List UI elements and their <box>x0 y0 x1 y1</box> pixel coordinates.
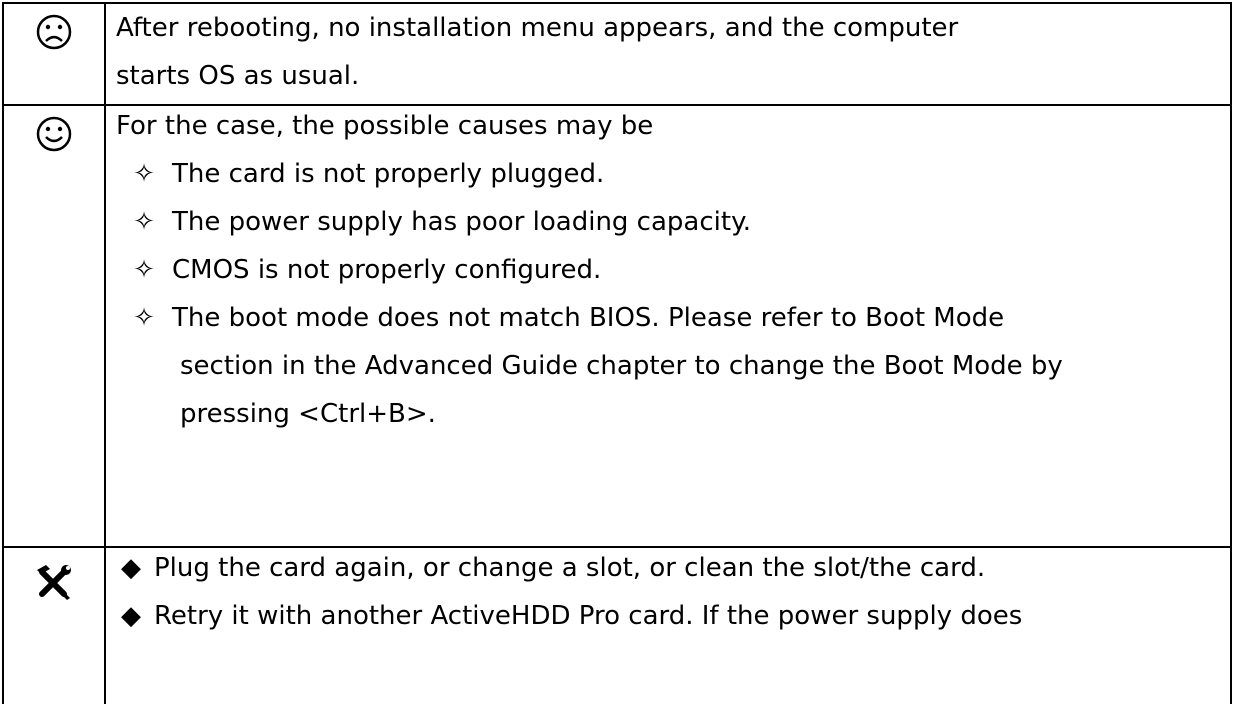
solutions-row: ◆ Plug the card again, or change a slot, … <box>4 548 1230 708</box>
problem-row: After rebooting, no installation menu ap… <box>4 4 1230 106</box>
star-bullet-icon: ✧ <box>133 303 155 333</box>
cause-item: ✧ The boot mode does not match BIOS. Plea… <box>116 294 1222 342</box>
problem-line-1: After rebooting, no installation menu ap… <box>116 13 959 43</box>
cause-item-text: The card is not properly plugged. <box>172 159 605 189</box>
tools-icon <box>4 562 104 602</box>
troubleshooting-table: After rebooting, no installation menu ap… <box>2 2 1232 704</box>
star-bullet-icon: ✧ <box>133 255 155 285</box>
problem-text: After rebooting, no installation menu ap… <box>116 4 1222 100</box>
cause-item: ✧ The power supply has poor loading capac… <box>116 198 1222 246</box>
problem-line-2: starts OS as usual. <box>116 61 360 91</box>
cause-item: ✧ CMOS is not properly configured. <box>116 246 1222 294</box>
sad-face-icon <box>4 14 104 50</box>
diamond-bullet-icon: ◆ <box>121 553 141 583</box>
diamond-bullet-icon: ◆ <box>121 601 141 631</box>
cause-continuation-line: section in the Advanced Guide chapter to… <box>180 351 1063 381</box>
star-bullet-icon: ✧ <box>133 207 155 237</box>
smiley-face-icon <box>4 116 104 152</box>
causes-intro: For the case, the possible causes may be <box>116 111 654 141</box>
cause-item-text: The boot mode does not match BIOS. Pleas… <box>172 303 1005 333</box>
solution-item: ◆ Retry it with another ActiveHDD Pro car… <box>116 592 1222 640</box>
cause-item-text: CMOS is not properly configured. <box>172 255 602 285</box>
causes-text: For the case, the possible causes may be… <box>116 102 1222 438</box>
star-bullet-icon: ✧ <box>133 159 155 189</box>
cause-item: ✧ The card is not properly plugged. <box>116 150 1222 198</box>
solution-item-text: Plug the card again, or change a slot, o… <box>154 553 986 583</box>
cause-item-text: The power supply has poor loading capaci… <box>172 207 752 237</box>
cause-continuation-line: pressing <Ctrl+B>. <box>180 399 436 429</box>
solution-item-text: Retry it with another ActiveHDD Pro card… <box>154 601 1023 631</box>
solution-item: ◆ Plug the card again, or change a slot, … <box>116 544 1222 592</box>
solutions-text: ◆ Plug the card again, or change a slot, … <box>116 544 1222 640</box>
causes-row: For the case, the possible causes may be… <box>4 106 1230 548</box>
